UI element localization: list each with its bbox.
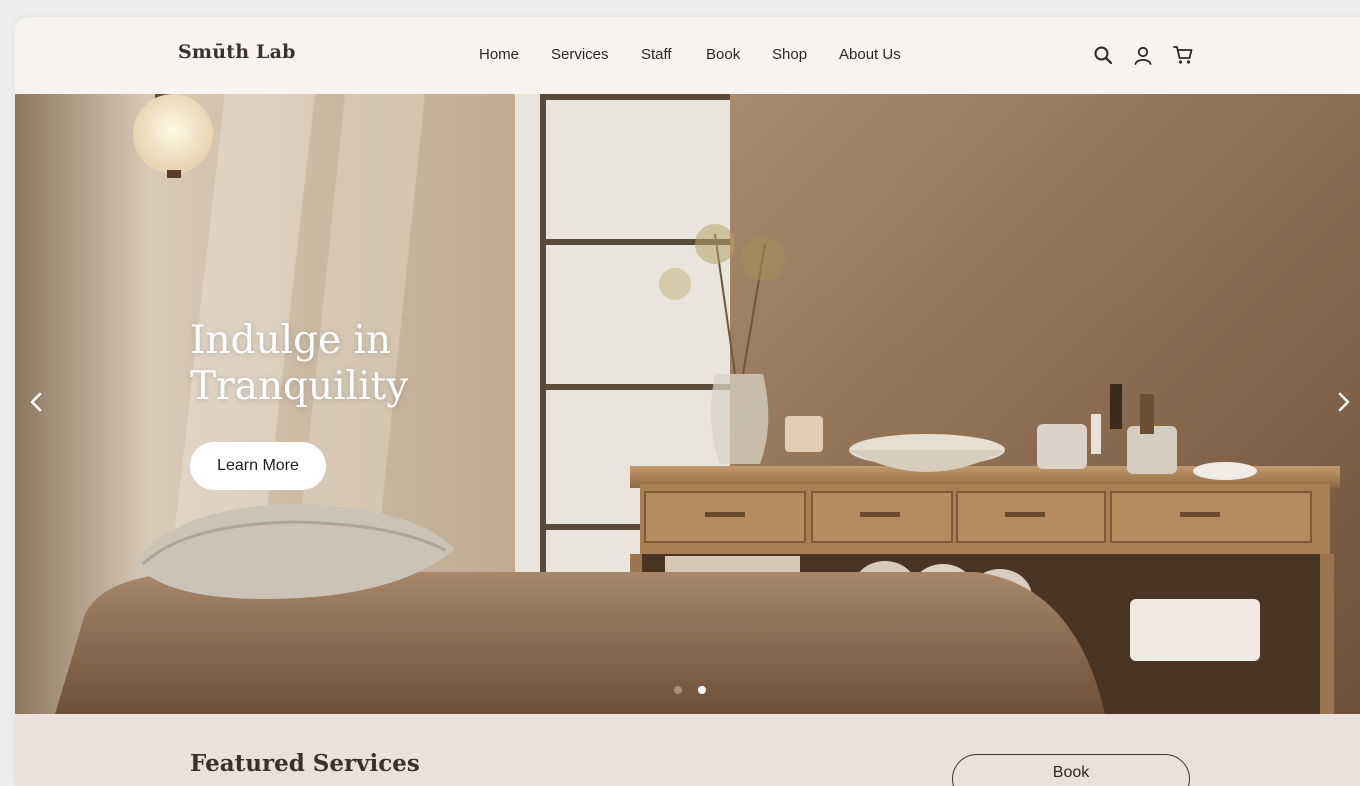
slide-dot-2-active[interactable]: [698, 686, 706, 694]
nav-staff[interactable]: Staff: [641, 46, 672, 63]
book-button[interactable]: Book: [952, 754, 1190, 786]
nav-about-us[interactable]: About Us: [839, 46, 901, 63]
prev-slide-chevron-left-icon[interactable]: [26, 390, 48, 414]
site-header: Smūth Lab Home Services Staff Book Shop …: [15, 17, 1360, 94]
brand-logo[interactable]: Smūth Lab: [178, 41, 296, 63]
nav-services[interactable]: Services: [551, 46, 609, 63]
cart-icon[interactable]: [1172, 44, 1194, 66]
hero-slider: Indulge in Tranquility Learn More: [15, 94, 1360, 714]
site-window: Smūth Lab Home Services Staff Book Shop …: [15, 17, 1360, 786]
featured-services-title: Featured Services: [190, 750, 420, 777]
next-slide-chevron-right-icon[interactable]: [1332, 390, 1354, 414]
featured-services-section: Featured Services Book: [15, 714, 1360, 786]
user-icon[interactable]: [1132, 44, 1154, 66]
nav-shop[interactable]: Shop: [772, 46, 807, 63]
search-icon[interactable]: [1092, 44, 1114, 66]
slide-dot-1[interactable]: [674, 686, 682, 694]
learn-more-button[interactable]: Learn More: [190, 442, 326, 490]
nav-book[interactable]: Book: [706, 46, 740, 63]
hero-title: Indulge in Tranquility: [190, 318, 409, 409]
nav-home[interactable]: Home: [479, 46, 519, 63]
